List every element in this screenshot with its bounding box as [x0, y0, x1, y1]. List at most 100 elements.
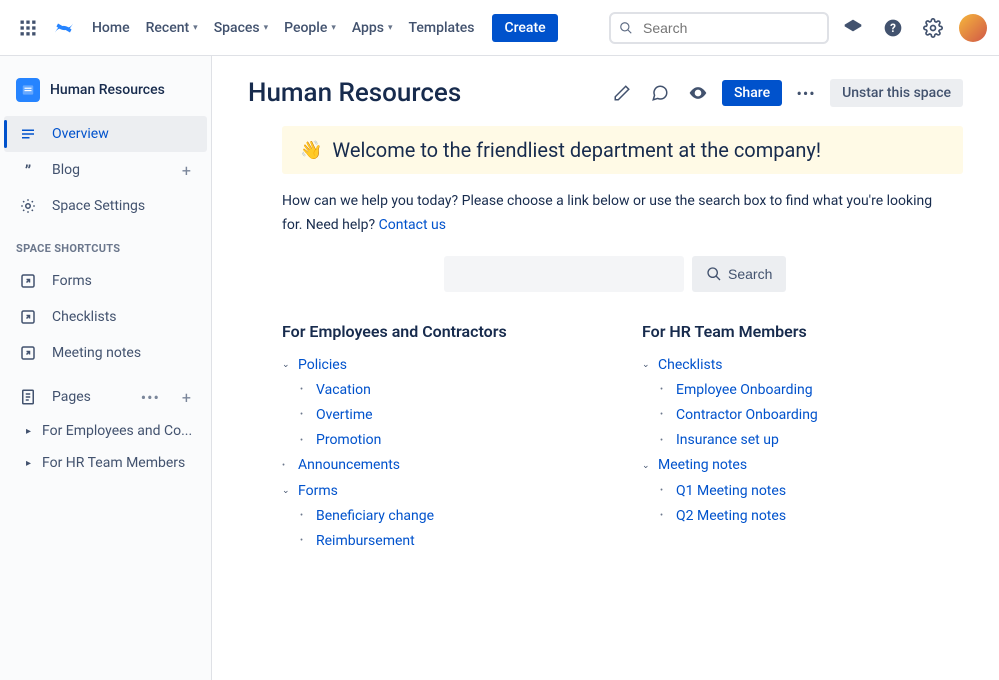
watch-icon[interactable] [684, 79, 712, 107]
sidebar-item-label: Pages [52, 389, 91, 405]
sidebar-item-label: Overview [52, 126, 109, 142]
nav-item-templates[interactable]: Templates [401, 16, 483, 40]
page-link[interactable]: Forms [298, 479, 338, 504]
sidebar-item-label: Blog [52, 162, 80, 178]
link-tree-item: • Q1 Meeting notes [642, 479, 942, 504]
column-employees: For Employees and Contractors ⌄Policies•… [282, 322, 582, 555]
unstar-button[interactable]: Unstar this space [830, 79, 963, 107]
settings-icon[interactable] [917, 12, 949, 44]
bullet-icon: • [300, 508, 310, 524]
page-link[interactable]: Contractor Onboarding [676, 403, 818, 428]
page-search-button[interactable]: Search [692, 256, 786, 292]
bullet-icon: • [660, 508, 670, 524]
column-hr-team: For HR Team Members ⌄ Checklists • Employee… [642, 322, 942, 555]
chevron-down-icon: ▾ [193, 23, 198, 33]
intro-text: How can we help you today? Please choose… [282, 190, 942, 238]
page-tree-item[interactable]: ▸For HR Team Members [0, 447, 211, 479]
shortcut-item[interactable]: Meeting notes [4, 335, 207, 371]
search-icon [706, 266, 722, 282]
add-icon[interactable]: + [182, 161, 191, 180]
bullet-icon: • [660, 407, 670, 423]
chevron-down-icon[interactable]: ⌄ [282, 483, 292, 499]
overview-icon [18, 124, 38, 144]
bullet-icon: • [300, 533, 310, 549]
page-link[interactable]: Q2 Meeting notes [676, 504, 786, 529]
chevron-right-icon[interactable]: ▸ [26, 426, 36, 437]
page-link[interactable]: Employee Onboarding [676, 378, 813, 403]
page-link[interactable]: Reimbursement [316, 529, 415, 554]
search-input[interactable] [609, 12, 829, 44]
app-switcher-icon[interactable] [12, 12, 44, 44]
link-tree-item: • Vacation [282, 378, 582, 403]
nav-item-home[interactable]: Home [84, 16, 138, 40]
sidebar-item-label: Space Settings [52, 198, 145, 214]
edit-icon[interactable] [608, 79, 636, 107]
nav-item-people[interactable]: People▾ [276, 16, 344, 40]
shortcut-item[interactable]: Forms [4, 263, 207, 299]
chevron-down-icon[interactable]: ⌄ [642, 458, 652, 474]
main-content: Human Resources Share ••• Unstar this sp… [212, 56, 999, 680]
create-button[interactable]: Create [492, 14, 557, 42]
more-actions-icon[interactable]: ••• [792, 79, 820, 107]
page-link[interactable]: Vacation [316, 378, 371, 403]
page-link[interactable]: Insurance set up [676, 428, 779, 453]
welcome-banner: 👋 Welcome to the friendliest department … [282, 126, 963, 174]
page-link[interactable]: Overtime [316, 403, 373, 428]
help-icon[interactable]: ? [877, 12, 909, 44]
add-icon[interactable]: + [182, 388, 191, 407]
link-tree-item: •Overtime [282, 403, 582, 428]
sidebar-item-settings[interactable]: Space Settings [4, 188, 207, 224]
link-tree-item: •Promotion [282, 428, 582, 453]
contact-link[interactable]: Contact us [379, 217, 446, 233]
profile-avatar[interactable] [959, 14, 987, 42]
nav-item-spaces[interactable]: Spaces▾ [206, 16, 276, 40]
page-link[interactable]: Announcements [298, 453, 400, 478]
link-tree-item: ⌄ Forms [282, 479, 582, 504]
chevron-down-icon: ▾ [264, 23, 269, 33]
page-tree-item[interactable]: ▸For Employees and Co... [0, 415, 211, 447]
link-tree-item: • Contractor Onboarding [642, 403, 942, 428]
page-search-input[interactable] [444, 256, 684, 292]
page-link[interactable]: Checklists [658, 353, 723, 378]
page-link[interactable]: Meeting notes [658, 453, 747, 478]
bullet-icon: • [660, 483, 670, 499]
blog-icon: ” [18, 160, 38, 180]
sidebar-item-blog[interactable]: ” Blog + [4, 152, 207, 188]
page-link[interactable]: Policies [298, 353, 347, 378]
column-title: For HR Team Members [642, 322, 942, 341]
page-link[interactable]: Beneficiary change [316, 504, 434, 529]
chevron-down-icon: ▾ [331, 23, 336, 33]
shortcut-item[interactable]: Checklists [4, 299, 207, 335]
link-tree-item: ⌄ Checklists [642, 353, 942, 378]
sidebar-item-overview[interactable]: Overview [4, 116, 207, 152]
page-link[interactable]: Promotion [316, 428, 381, 453]
share-button[interactable]: Share [722, 80, 782, 106]
chevron-down-icon: ▾ [388, 23, 393, 33]
chevron-right-icon[interactable]: ▸ [26, 458, 36, 469]
shortcut-icon [18, 271, 38, 291]
sidebar-item-pages[interactable]: Pages ••• + [4, 379, 207, 415]
space-header[interactable]: Human Resources [0, 68, 211, 116]
page-title: Human Resources [248, 78, 598, 108]
pages-icon [18, 387, 38, 407]
sidebar: Human Resources Overview ” Blog + Space … [0, 56, 212, 680]
wave-icon: 👋 [300, 140, 322, 161]
chevron-down-icon[interactable]: ⌄ [642, 357, 652, 373]
chevron-down-icon[interactable]: ⌄ [282, 357, 292, 373]
gear-icon [18, 196, 38, 216]
comment-icon[interactable] [646, 79, 674, 107]
global-search[interactable] [609, 12, 829, 44]
bullet-icon: • [300, 382, 310, 398]
page-link[interactable]: Q1 Meeting notes [676, 479, 786, 504]
more-icon[interactable]: ••• [141, 388, 160, 407]
nav-item-recent[interactable]: Recent▾ [138, 16, 206, 40]
link-tree-item: •Announcements [282, 453, 582, 478]
nav-item-apps[interactable]: Apps▾ [344, 16, 401, 40]
link-tree-item: • Reimbursement [282, 529, 582, 554]
shortcut-icon [18, 307, 38, 327]
column-title: For Employees and Contractors [282, 322, 582, 341]
bullet-icon: • [660, 433, 670, 449]
topbar: HomeRecent▾Spaces▾People▾Apps▾Templates … [0, 0, 999, 56]
confluence-logo-icon[interactable] [52, 16, 76, 40]
notifications-icon[interactable] [837, 12, 869, 44]
